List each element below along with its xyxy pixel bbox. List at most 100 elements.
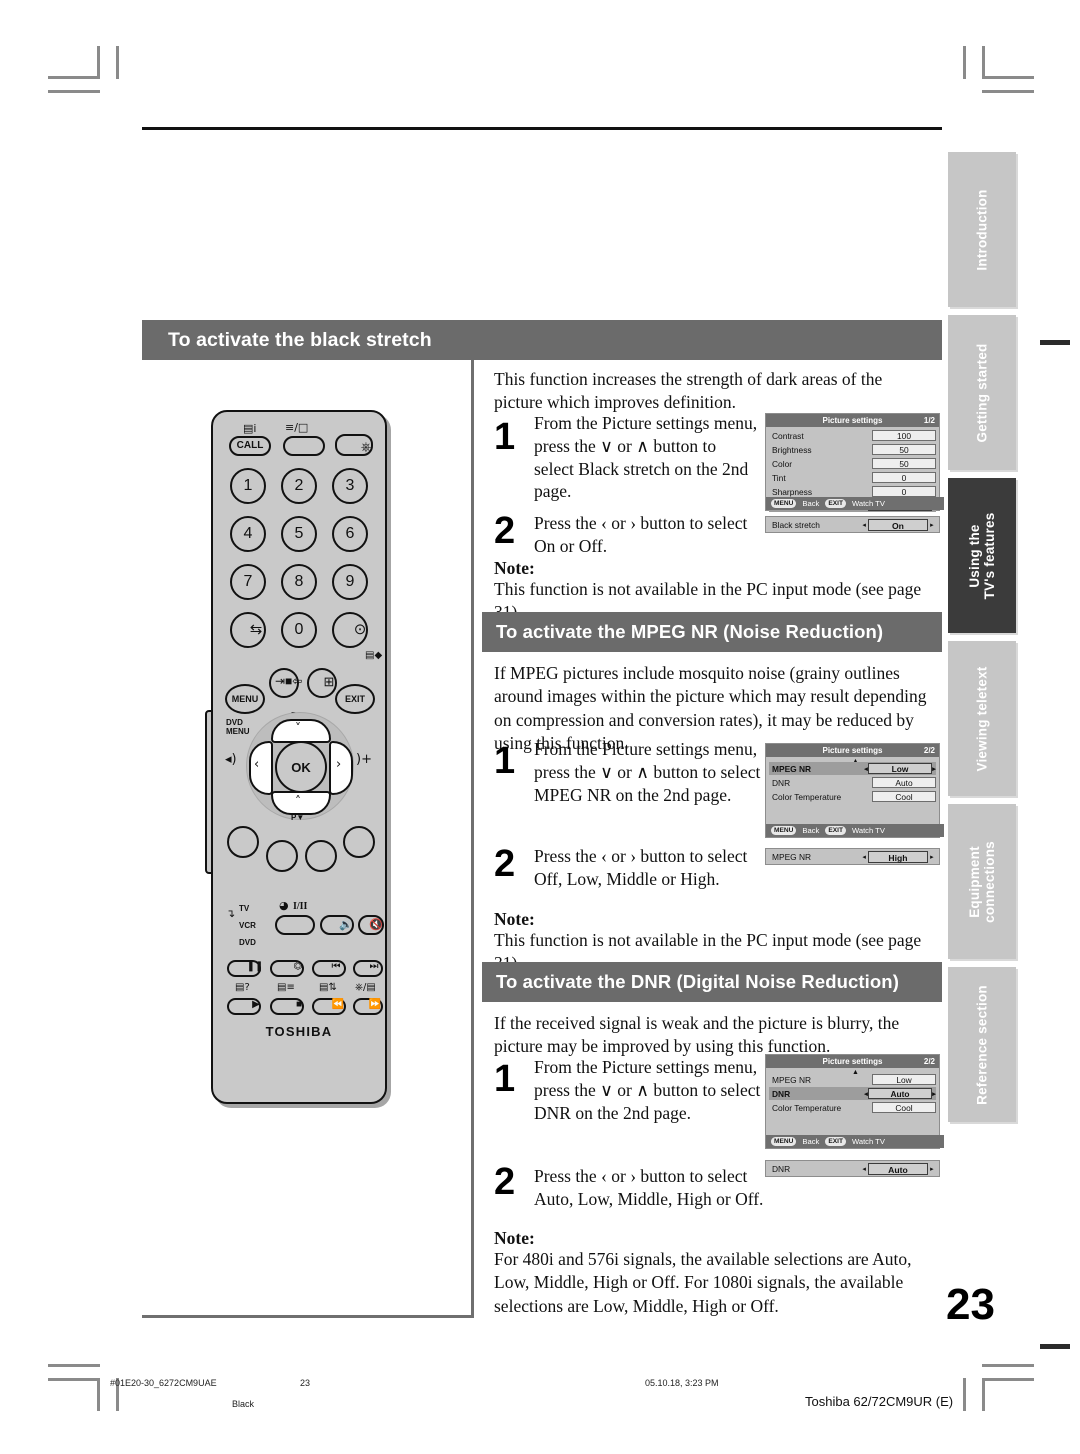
osd-left-arrow-icon: ◂ — [864, 460, 872, 468]
osd-row-value: 0 — [872, 472, 936, 483]
osd-row: MPEG NR ◂ Low — [769, 1073, 936, 1086]
osd-exit-action: Watch TV — [851, 826, 885, 835]
section-heading-dnr: To activate the DNR (Digital Noise Reduc… — [482, 962, 942, 1002]
speaker-icon: 🔊 — [339, 919, 353, 931]
osd-row: Contrast ◂ 100 — [769, 429, 936, 442]
stop-button: ■ — [270, 998, 304, 1015]
skip-back-icon: ⏮ — [331, 961, 341, 972]
chapter-tab-using-the-tvs-features[interactable]: Using the TV's features — [948, 478, 1016, 633]
osd-row-name: Sharpness — [772, 486, 813, 497]
osd-row-value: Cool — [872, 791, 936, 802]
osd-row-name: MPEG NR — [772, 763, 812, 774]
swap-icon: ⇆ — [249, 621, 263, 638]
footer-timestamp: 05.10.18, 3:23 PM — [645, 1378, 719, 1388]
key-label: 7 — [243, 573, 253, 590]
pause-button: ❚❚ — [227, 960, 263, 977]
osd-picture-settings-mpeg-nr: Picture settings 2/2 ▲ MPEG NR ◂ Low ▸ D… — [765, 743, 944, 838]
osd-left-arrow-icon: ◂ — [864, 793, 872, 801]
color-button-3 — [305, 840, 337, 872]
step-text-2-mpeg-nr: Press the ‹ or › button to select Off, L… — [534, 846, 748, 889]
osd-row-value: Auto — [868, 1088, 932, 1099]
osd-footer: MENU Back EXIT Watch TV — [766, 497, 944, 510]
footer-model: Toshiba 62/72CM9UR (E) — [805, 1394, 954, 1409]
color-button-4 — [343, 826, 375, 858]
osd-bar-value: On — [868, 518, 928, 531]
osd-right-arrow-icon: ▸ — [932, 765, 936, 773]
step-text-2-black-stretch: Press the ‹ or › button to select On or … — [534, 513, 748, 556]
footer-plate-name: Black — [232, 1399, 255, 1409]
osd-row-name: Color — [772, 458, 793, 469]
osd-exit-key: EXIT — [825, 499, 846, 508]
osd-left-arrow-icon: ◂ — [862, 521, 866, 529]
section-heading-text: To activate the black stretch — [168, 328, 432, 351]
key-1: 1 — [230, 468, 266, 504]
remote-brand-logo: TOSHIBA — [265, 1024, 333, 1039]
ok-button-label: OK — [291, 759, 311, 775]
step-text-1-mpeg-nr: From the Picture settings menu, press th… — [534, 739, 761, 805]
note-label-mpeg-nr: Note: — [494, 909, 535, 929]
chapter-tabs: Introduction Getting started Using the T… — [948, 152, 1016, 1130]
stop-icon: ■ — [295, 999, 303, 1010]
key-5: 5 — [281, 516, 317, 552]
step-text-2-dnr: Press the ‹ or › button to select Auto, … — [534, 1166, 764, 1209]
exit-button: EXIT — [335, 684, 375, 714]
rewind-icon: ⏪ — [331, 999, 345, 1010]
section-heading-text: To activate the DNR (Digital Noise Reduc… — [496, 971, 899, 992]
play-icon: ▶ — [252, 999, 260, 1010]
fast-forward-icon: ⏩ — [368, 999, 382, 1010]
osd-title: Picture settings 1/2 — [766, 414, 939, 427]
step-number-2-dnr: 2 — [494, 1161, 516, 1203]
menu-button-label: MENU — [231, 694, 259, 704]
chevron-up-icon: ˅ — [295, 721, 301, 735]
chapter-tab-getting-started[interactable]: Getting started — [948, 315, 1016, 470]
osd-row-name: DNR — [772, 777, 791, 788]
osd-row-value: Cool — [872, 1102, 936, 1113]
section-intro-black-stretch: This function increases the strength of … — [494, 369, 883, 413]
picture-size-button: ⇥■⇦ — [269, 668, 302, 698]
call-button: CALL — [229, 436, 271, 456]
osd-bar-mpeg-nr: MPEG NR ◂ High ▸ — [765, 848, 940, 865]
osd-rows: MPEG NR ◂ Low ▸ DNR ◂ Auto Color Tempera… — [766, 757, 939, 803]
call-button-label: CALL — [236, 440, 264, 451]
osd-bar-value: High — [868, 850, 928, 863]
chapter-tab-introduction[interactable]: Introduction — [948, 152, 1016, 307]
dpad-left: ‹ — [249, 741, 273, 795]
key-8: 8 — [281, 564, 317, 600]
chapter-tab-reference-section[interactable]: Reference section — [948, 967, 1016, 1122]
dpad-up: ˅ — [271, 719, 331, 743]
key-label: 6 — [345, 525, 355, 542]
osd-row: Color Temperature ◂ Cool — [769, 790, 936, 803]
remote-body: ▤i CALL ≡/□ ⎈ 1 2 3 4 5 6 7 8 9 ⇆ 0 ⊙ ▤◆… — [211, 410, 387, 1104]
device-label-tv: TV — [239, 904, 250, 913]
osd-exit-action: Watch TV — [851, 1137, 885, 1146]
footer-file-id: #01E20-30_6272CM9UAE — [110, 1378, 217, 1388]
osd-exit-action: Watch TV — [851, 499, 885, 508]
osd-title-text: Picture settings — [822, 746, 883, 755]
osd-row-value: Low — [868, 763, 932, 774]
osd-left-arrow-icon: ◂ — [864, 488, 872, 496]
dpad-down: ˄ — [271, 791, 331, 815]
osd-menu-action: Back — [802, 499, 820, 508]
color-button-2 — [266, 840, 298, 872]
chapter-tab-equipment-connections[interactable]: Equipment connections — [948, 804, 1016, 959]
section-heading-mpeg-nr: To activate the MPEG NR (Noise Reduction… — [482, 612, 942, 652]
osd-row-name: Tint — [772, 472, 786, 483]
mute-icon: 🔇 — [369, 919, 383, 931]
osd-title-text: Picture settings — [822, 1057, 883, 1066]
osd-row-value: Auto — [872, 777, 936, 788]
mute-button: 🔇 — [358, 915, 384, 935]
osd-page-indicator: 2/2 — [923, 746, 935, 755]
osd-bar-name: DNR — [772, 1163, 791, 1174]
osd-row: Brightness ◂ 50 — [769, 443, 936, 456]
step-number-2-mpeg-nr: 2 — [494, 843, 516, 885]
teletext-size-icon: ▤⇅ — [319, 982, 337, 993]
osd-title-text: Picture settings — [822, 416, 883, 425]
chapter-tab-viewing-teletext[interactable]: Viewing teletext — [948, 641, 1016, 796]
osd-row-selected: DNR ◂ Auto ▸ — [769, 1087, 936, 1100]
osd-page-indicator: 1/2 — [923, 416, 935, 425]
key-label: 1 — [243, 477, 253, 494]
osd-right-arrow-icon: ▸ — [930, 853, 934, 861]
chapter-tab-label: Equipment connections — [966, 840, 997, 923]
key-label: 3 — [345, 477, 355, 494]
osd-right-arrow-icon: ▸ — [930, 1165, 934, 1173]
